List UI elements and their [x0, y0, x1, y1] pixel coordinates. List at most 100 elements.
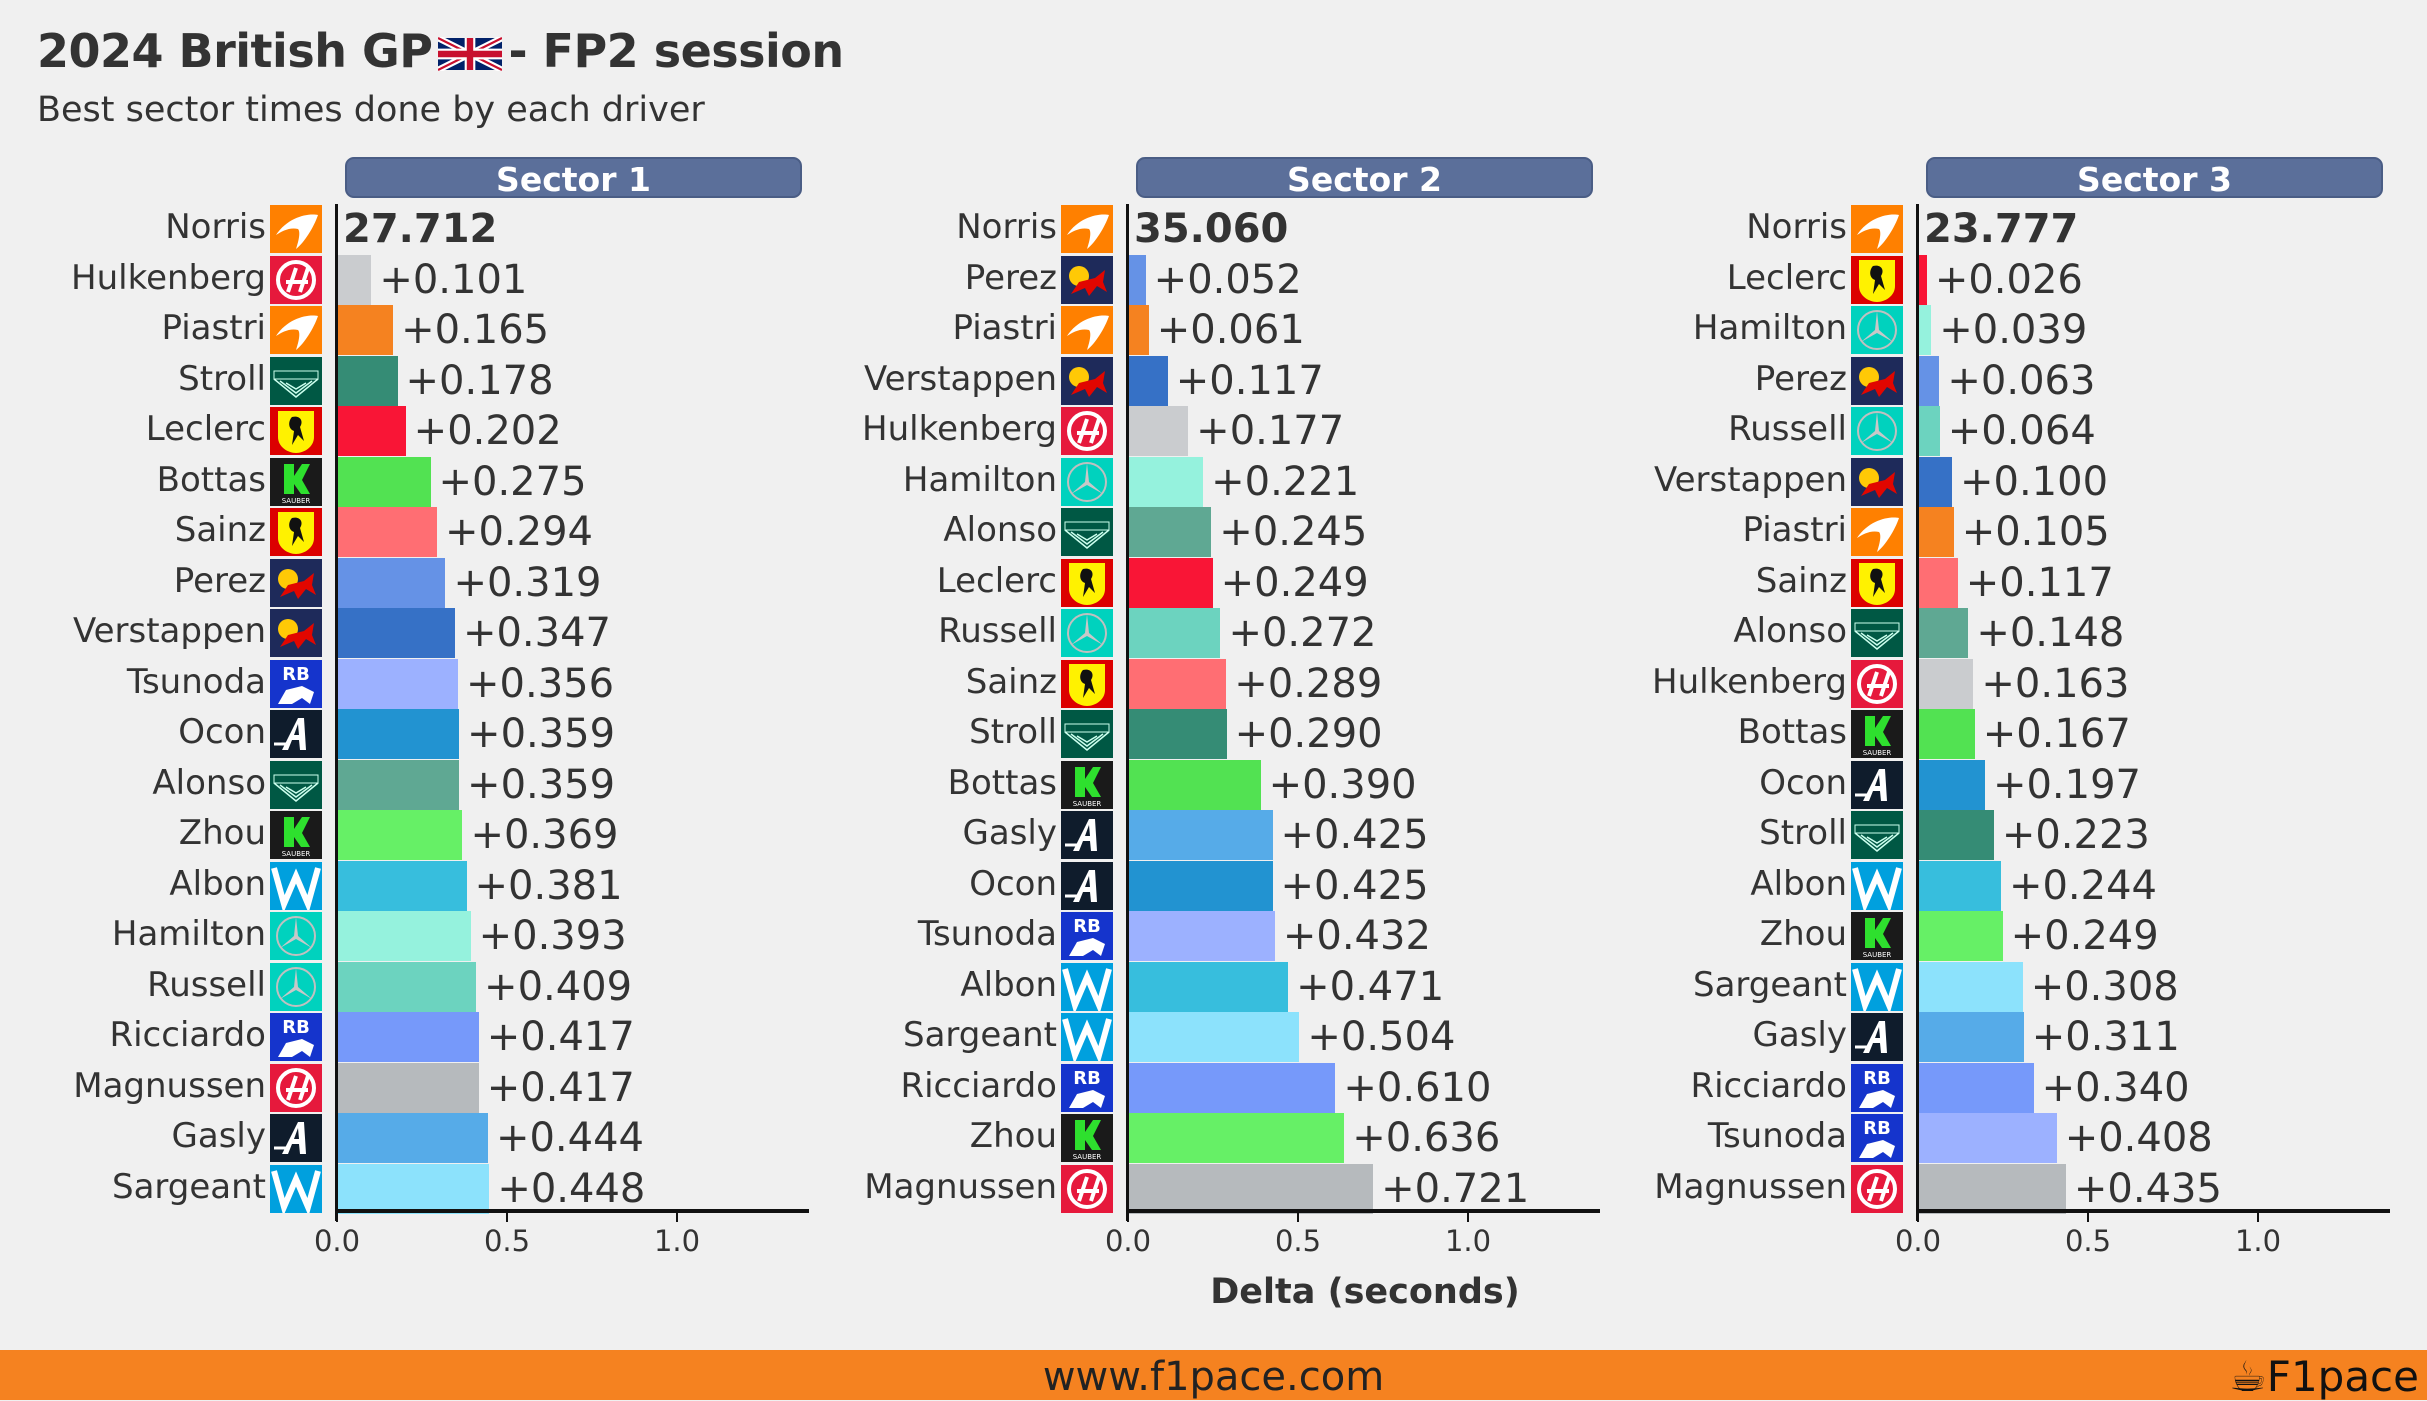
ferrari-logo-icon — [270, 407, 322, 455]
bar — [337, 406, 406, 456]
delta-label: +0.417 — [486, 1064, 635, 1111]
delta-label: +0.177 — [1196, 408, 1345, 454]
bar — [1918, 709, 1975, 759]
driver-label: Perez — [964, 257, 1057, 298]
bar — [1128, 355, 1168, 406]
delta-label: +0.148 — [1976, 610, 2125, 656]
bar — [1128, 1113, 1345, 1163]
sector-header: Sector 2 — [1136, 157, 1593, 199]
haas-logo-icon — [1061, 407, 1113, 455]
cup-icon: ☕ — [2229, 1352, 2267, 1401]
bar — [1128, 557, 1213, 608]
mclaren-logo-icon — [1061, 306, 1113, 354]
mercedes-logo-icon — [1851, 306, 1903, 354]
brand-text: F1pace — [2266, 1352, 2419, 1401]
bar — [1128, 1062, 1336, 1113]
driver-label: Hulkenberg — [71, 257, 266, 298]
svg-text:SAUBER: SAUBER — [1863, 951, 1892, 959]
driver-label: Leclerc — [145, 409, 266, 449]
driver-label: Bottas — [947, 762, 1057, 803]
driver-label: Magnussen — [1654, 1166, 1847, 1207]
delta-label: +0.061 — [1156, 307, 1305, 353]
rb-logo-icon: RB — [1851, 1114, 1903, 1162]
driver-label: Tsunoda — [126, 661, 266, 702]
driver-label: Stroll — [178, 358, 266, 399]
driver-label: Russell — [147, 964, 266, 1005]
aston-martin-logo-icon — [1061, 710, 1113, 758]
delta-label: +0.244 — [2008, 862, 2157, 909]
bar — [1918, 305, 1932, 355]
aston-martin-logo-icon — [1851, 609, 1903, 657]
driver-label: Hulkenberg — [862, 409, 1057, 449]
aston-martin-logo-icon — [270, 356, 322, 405]
bar — [337, 355, 398, 406]
delta-label: +0.432 — [1282, 913, 1431, 959]
x-tick — [676, 1212, 678, 1222]
delta-label: +0.063 — [1947, 357, 2096, 404]
mclaren-logo-icon — [1851, 205, 1903, 253]
bar — [1128, 507, 1212, 557]
bar — [1128, 759, 1261, 810]
delta-label: +0.409 — [484, 963, 633, 1010]
chart-subtitle: Best sector times done by each driver — [37, 90, 705, 130]
delta-label: +0.319 — [453, 559, 602, 606]
x-axis-label: Delta (seconds) — [1210, 1272, 1520, 1312]
aston-martin-logo-icon — [1061, 508, 1113, 556]
delta-label: +0.221 — [1211, 458, 1360, 505]
driver-label: Ocon — [178, 712, 266, 752]
mclaren-logo-icon — [270, 205, 322, 253]
sector-header: Sector 3 — [1926, 157, 2383, 199]
red-bull-logo-icon — [1851, 356, 1903, 405]
williams-logo-icon — [1851, 962, 1903, 1014]
delta-label: +0.167 — [1982, 711, 2131, 757]
bar — [1918, 1012, 2024, 1062]
driver-label: Perez — [1754, 358, 1847, 399]
bar — [1918, 860, 2001, 911]
driver-label: Ricciardo — [109, 1015, 266, 1055]
bar — [1128, 961, 1289, 1012]
bar — [1918, 658, 1974, 709]
x-tick — [506, 1212, 508, 1222]
driver-label: Sargeant — [902, 1015, 1057, 1055]
delta-label: +0.425 — [1280, 862, 1429, 909]
bar — [1128, 1012, 1300, 1062]
bar — [1918, 456, 1952, 507]
mercedes-logo-icon — [1061, 457, 1113, 506]
delta-label: +0.026 — [1934, 256, 2083, 303]
svg-text:RB: RB — [282, 1017, 310, 1038]
bar — [1128, 658, 1227, 709]
alpine-logo-icon — [1061, 861, 1113, 910]
y-axis-line — [335, 204, 338, 1221]
haas-logo-icon — [270, 1063, 322, 1112]
mclaren-logo-icon — [1851, 508, 1903, 556]
alpine-logo-icon — [1851, 1013, 1903, 1061]
delta-label: +0.636 — [1352, 1115, 1501, 1161]
bar — [1128, 911, 1275, 961]
y-axis-line — [1126, 204, 1129, 1221]
bar — [337, 1062, 479, 1113]
delta-label: +0.052 — [1153, 256, 1302, 303]
delta-label: +0.425 — [1280, 812, 1429, 858]
bar — [337, 305, 394, 355]
williams-logo-icon — [1061, 1013, 1113, 1065]
delta-label: +0.311 — [2031, 1014, 2180, 1060]
bar — [337, 810, 463, 860]
driver-label: Perez — [173, 560, 266, 601]
driver-label: Sainz — [1755, 560, 1847, 601]
driver-label: Verstappen — [863, 358, 1057, 399]
delta-label: +0.308 — [2030, 963, 2179, 1010]
bar — [1918, 961, 2023, 1012]
delta-label: +0.448 — [497, 1165, 646, 1212]
x-tick — [1297, 1212, 1299, 1222]
driver-label: Magnussen — [864, 1166, 1057, 1207]
delta-label: +0.202 — [413, 408, 562, 454]
red-bull-logo-icon — [270, 609, 322, 657]
williams-logo-icon — [270, 861, 322, 913]
driver-label: Bottas — [156, 459, 266, 500]
bar — [337, 254, 372, 305]
sauber-logo-icon: SAUBER — [270, 811, 322, 859]
x-axis-line — [1128, 1209, 1600, 1213]
aston-martin-logo-icon — [270, 760, 322, 809]
bar — [1128, 1163, 1374, 1214]
bar — [1128, 254, 1146, 305]
